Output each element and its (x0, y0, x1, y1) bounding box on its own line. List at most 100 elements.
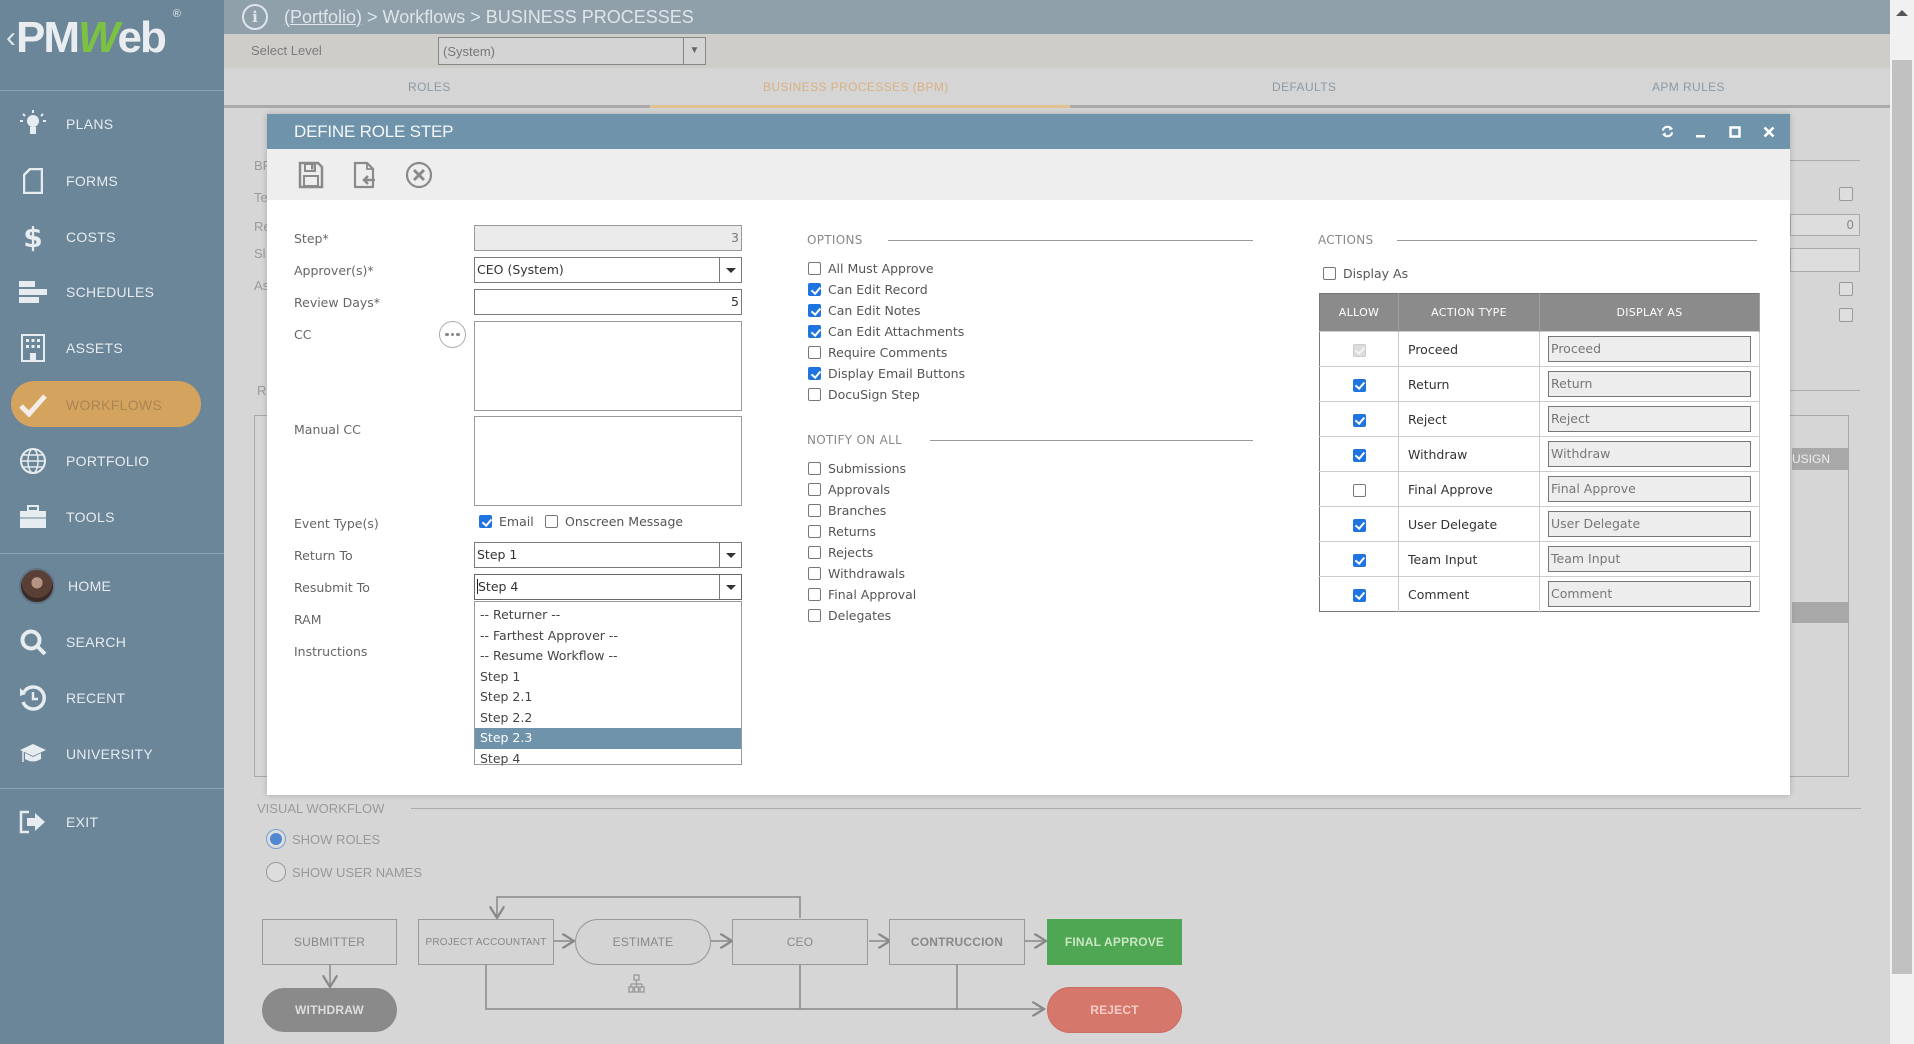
dropdown-option[interactable]: -- Farthest Approver -- (475, 626, 741, 647)
page-scrollbar[interactable] (1890, 0, 1914, 1044)
close-icon[interactable] (1762, 125, 1776, 139)
option-option[interactable]: All Must Approve (808, 261, 934, 276)
email-checkbox[interactable] (479, 515, 492, 528)
option-checkbox[interactable] (808, 388, 821, 401)
refresh-icon[interactable] (1660, 125, 1674, 139)
cc-picker-button[interactable] (439, 321, 466, 348)
display-as-option[interactable]: Display As (1323, 266, 1408, 281)
chevron-down-icon[interactable]: ▼ (683, 38, 705, 64)
dropdown-option[interactable]: Step 4 (475, 749, 741, 770)
notify-option[interactable]: Submissions (808, 461, 906, 476)
cancel-button[interactable] (405, 160, 433, 190)
manual-cc-field[interactable] (474, 416, 742, 506)
dropdown-option-highlighted[interactable]: Step 2.3 (475, 728, 741, 749)
notify-checkbox[interactable] (808, 546, 821, 559)
notify-checkbox[interactable] (808, 483, 821, 496)
option-option[interactable]: Can Edit Attachments (808, 324, 964, 339)
chevron-down-icon[interactable] (719, 543, 741, 567)
allow-checkbox[interactable] (1352, 483, 1366, 497)
display-as-input[interactable]: User Delegate (1548, 511, 1751, 537)
display-as-input[interactable]: Return (1548, 371, 1751, 397)
notify-checkbox[interactable] (808, 504, 821, 517)
approvers-select[interactable]: CEO (System) (474, 257, 742, 283)
show-roles-radio[interactable] (266, 829, 286, 849)
notify-option[interactable]: Rejects (808, 545, 873, 560)
pmweb-logo[interactable]: ‹ PM Web ® (6, 8, 181, 68)
select-level-dropdown[interactable]: (System) ▼ (438, 37, 706, 65)
notify-checkbox[interactable] (808, 588, 821, 601)
breadcrumb-portfolio-link[interactable]: (Portfolio) (284, 7, 362, 27)
workflow-node-estimate[interactable]: ESTIMATE (575, 919, 711, 965)
notify-option[interactable]: Delegates (808, 608, 891, 623)
dropdown-option[interactable]: Step 2.2 (475, 708, 741, 729)
onscreen-message-checkbox[interactable] (545, 515, 558, 528)
chevron-down-icon[interactable] (719, 258, 741, 282)
notify-option[interactable]: Approvals (808, 482, 890, 497)
scroll-up-icon[interactable] (1896, 10, 1908, 16)
notify-option[interactable]: Returns (808, 524, 876, 539)
option-option[interactable]: Require Comments (808, 345, 947, 360)
option-option[interactable]: Can Edit Notes (808, 303, 921, 318)
sidebar-item-home[interactable]: HOME (0, 564, 224, 608)
show-roles-option[interactable]: SHOW ROLES (266, 829, 380, 849)
allow-checkbox[interactable] (1352, 413, 1366, 427)
workflow-node-submitter[interactable]: SUBMITTER (262, 919, 397, 965)
notify-checkbox[interactable] (808, 609, 821, 622)
review-days-field[interactable]: 5 (474, 289, 742, 315)
workflow-node-final-approve[interactable]: FINAL APPROVE (1047, 919, 1182, 965)
notify-checkbox[interactable] (808, 567, 821, 580)
workflow-node-project-accountant[interactable]: PROJECT ACCOUNTANT (418, 919, 554, 965)
option-checkbox[interactable] (808, 367, 821, 380)
sidebar-item-assets[interactable]: ASSETS (0, 326, 224, 370)
sidebar-item-forms[interactable]: FORMS (0, 159, 224, 203)
tab-defaults[interactable]: DEFAULTS (1272, 80, 1336, 94)
chevron-down-icon[interactable] (719, 575, 741, 599)
notify-option[interactable]: Final Approval (808, 587, 916, 602)
allow-checkbox[interactable] (1352, 588, 1366, 602)
allow-checkbox[interactable] (1352, 378, 1366, 392)
allow-checkbox[interactable] (1352, 553, 1366, 567)
notify-option[interactable]: Withdrawals (808, 566, 905, 581)
display-as-checkbox[interactable] (1323, 267, 1336, 280)
display-as-input[interactable]: Proceed (1548, 336, 1751, 362)
notify-checkbox[interactable] (808, 462, 821, 475)
cc-field[interactable] (474, 321, 742, 411)
notify-checkbox[interactable] (808, 525, 821, 538)
tab-apm-rules[interactable]: APM RULES (1652, 80, 1725, 94)
display-as-input[interactable]: Team Input (1548, 546, 1751, 572)
workflow-node-withdraw[interactable]: WITHDRAW (262, 988, 397, 1032)
sidebar-item-exit[interactable]: EXIT (0, 800, 224, 844)
option-option[interactable]: Display Email Buttons (808, 366, 965, 381)
sidebar-item-portfolio[interactable]: PORTFOLIO (0, 439, 224, 483)
option-checkbox[interactable] (808, 262, 821, 275)
option-checkbox[interactable] (808, 304, 821, 317)
event-onscreen-option[interactable]: Onscreen Message (545, 514, 683, 529)
tab-roles[interactable]: ROLES (408, 80, 451, 94)
sidebar-item-recent[interactable]: RECENT (0, 676, 224, 720)
tab-business-processes[interactable]: BUSINESS PROCESSES (BPM) (763, 80, 949, 94)
dropdown-option[interactable]: Step 2.1 (475, 687, 741, 708)
option-option[interactable]: Can Edit Record (808, 282, 928, 297)
dropdown-option[interactable]: Step 1 (475, 667, 741, 688)
option-checkbox[interactable] (808, 346, 821, 359)
sidebar-item-search[interactable]: SEARCH (0, 620, 224, 664)
workflow-node-contruccion[interactable]: CONTRUCCION (889, 919, 1025, 965)
minimize-icon[interactable] (1694, 125, 1708, 139)
collapse-chevron-icon[interactable]: ‹ (6, 21, 16, 55)
display-as-input[interactable]: Reject (1548, 406, 1751, 432)
show-user-names-option[interactable]: SHOW USER NAMES (266, 862, 422, 882)
sidebar-item-tools[interactable]: TOOLS (0, 495, 224, 539)
dropdown-option[interactable]: -- Resume Workflow -- (475, 646, 741, 667)
maximize-icon[interactable] (1728, 125, 1742, 139)
return-to-select[interactable]: Step 1 (474, 542, 742, 568)
info-icon[interactable]: i (242, 4, 268, 30)
display-as-input[interactable]: Withdraw (1548, 441, 1751, 467)
resubmit-to-select[interactable]: Step 4 (474, 574, 742, 600)
sidebar-item-costs[interactable]: $ COSTS (0, 215, 224, 259)
sidebar-item-schedules[interactable]: SCHEDULES (0, 270, 224, 314)
workflow-node-ceo[interactable]: CEO (732, 919, 868, 965)
sidebar-item-workflows[interactable]: WORKFLOWS (0, 381, 224, 427)
option-checkbox[interactable] (808, 325, 821, 338)
import-button[interactable] (351, 160, 379, 190)
save-button[interactable] (297, 160, 325, 190)
